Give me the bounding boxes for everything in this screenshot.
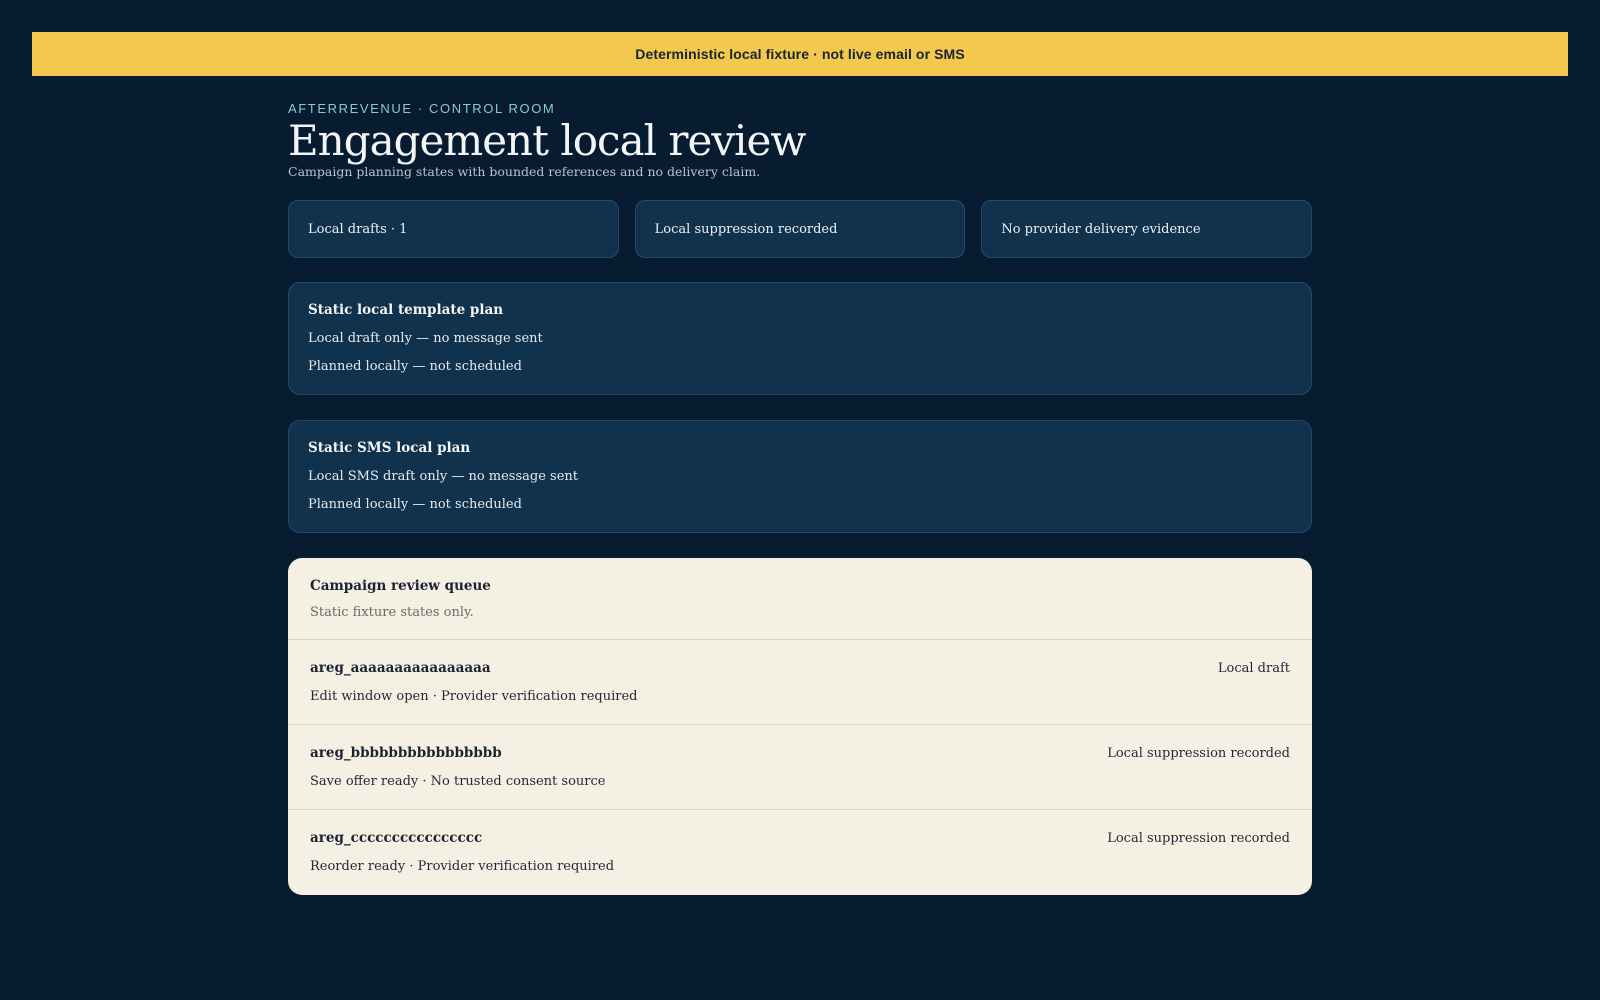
metrics-row: Local drafts · 1 Local suppression recor… — [288, 200, 1313, 258]
main-content: AFTERREVENUE · CONTROL ROOM Engagement l… — [288, 100, 1313, 895]
plan-title: Static SMS local plan — [308, 440, 471, 456]
plan-title: Static local template plan — [308, 302, 504, 318]
queue-row[interactable]: areg_bbbbbbbbbbbbbbbb Save offer ready ·… — [288, 725, 1312, 810]
page-title: Engagement local review — [288, 116, 806, 165]
queue-row-detail: Save offer ready · No trusted consent so… — [310, 774, 606, 789]
queue-row-status: Local suppression recorded — [1107, 831, 1290, 846]
plan-line: Local draft only — no message sent — [308, 331, 543, 346]
metric-label: No provider delivery evidence — [1001, 221, 1201, 237]
queue-row-status: Local suppression recorded — [1107, 746, 1290, 761]
metric-card-delivery: No provider delivery evidence — [981, 200, 1313, 258]
metric-label: Local suppression recorded — [654, 221, 838, 237]
queue-header: Campaign review queue Static fixture sta… — [288, 558, 1312, 640]
queue-row-detail: Reorder ready · Provider verification re… — [310, 859, 615, 874]
plan-line: Local SMS draft only — no message sent — [308, 469, 579, 484]
metric-card-drafts: Local drafts · 1 — [288, 200, 619, 258]
queue-row-detail: Edit window open · Provider verification… — [310, 689, 638, 704]
metric-card-suppression: Local suppression recorded — [634, 200, 966, 258]
queue-subtitle: Static fixture states only. — [310, 605, 474, 620]
fixture-banner-text: Deterministic local fixture · not live e… — [635, 46, 965, 62]
plan-card-template: Static local template plan Local draft o… — [288, 282, 1312, 395]
plan-card-sms: Static SMS local plan Local SMS draft on… — [288, 420, 1312, 533]
page-subtitle: Campaign planning states with bounded re… — [288, 164, 761, 179]
queue-row-status: Local draft — [1217, 661, 1290, 676]
fixture-banner: Deterministic local fixture · not live e… — [32, 32, 1568, 76]
plan-line: Planned locally — not scheduled — [308, 497, 522, 512]
metric-label: Local drafts · 1 — [308, 221, 408, 237]
queue-title: Campaign review queue — [310, 578, 491, 594]
campaign-review-queue: Campaign review queue Static fixture sta… — [288, 558, 1312, 895]
queue-row-id: areg_aaaaaaaaaaaaaaaa — [310, 660, 491, 676]
queue-row[interactable]: areg_cccccccccccccccc Reorder ready · Pr… — [288, 810, 1312, 895]
queue-row[interactable]: areg_aaaaaaaaaaaaaaaa Edit window open ·… — [288, 640, 1312, 725]
plan-line: Planned locally — not scheduled — [308, 359, 522, 374]
